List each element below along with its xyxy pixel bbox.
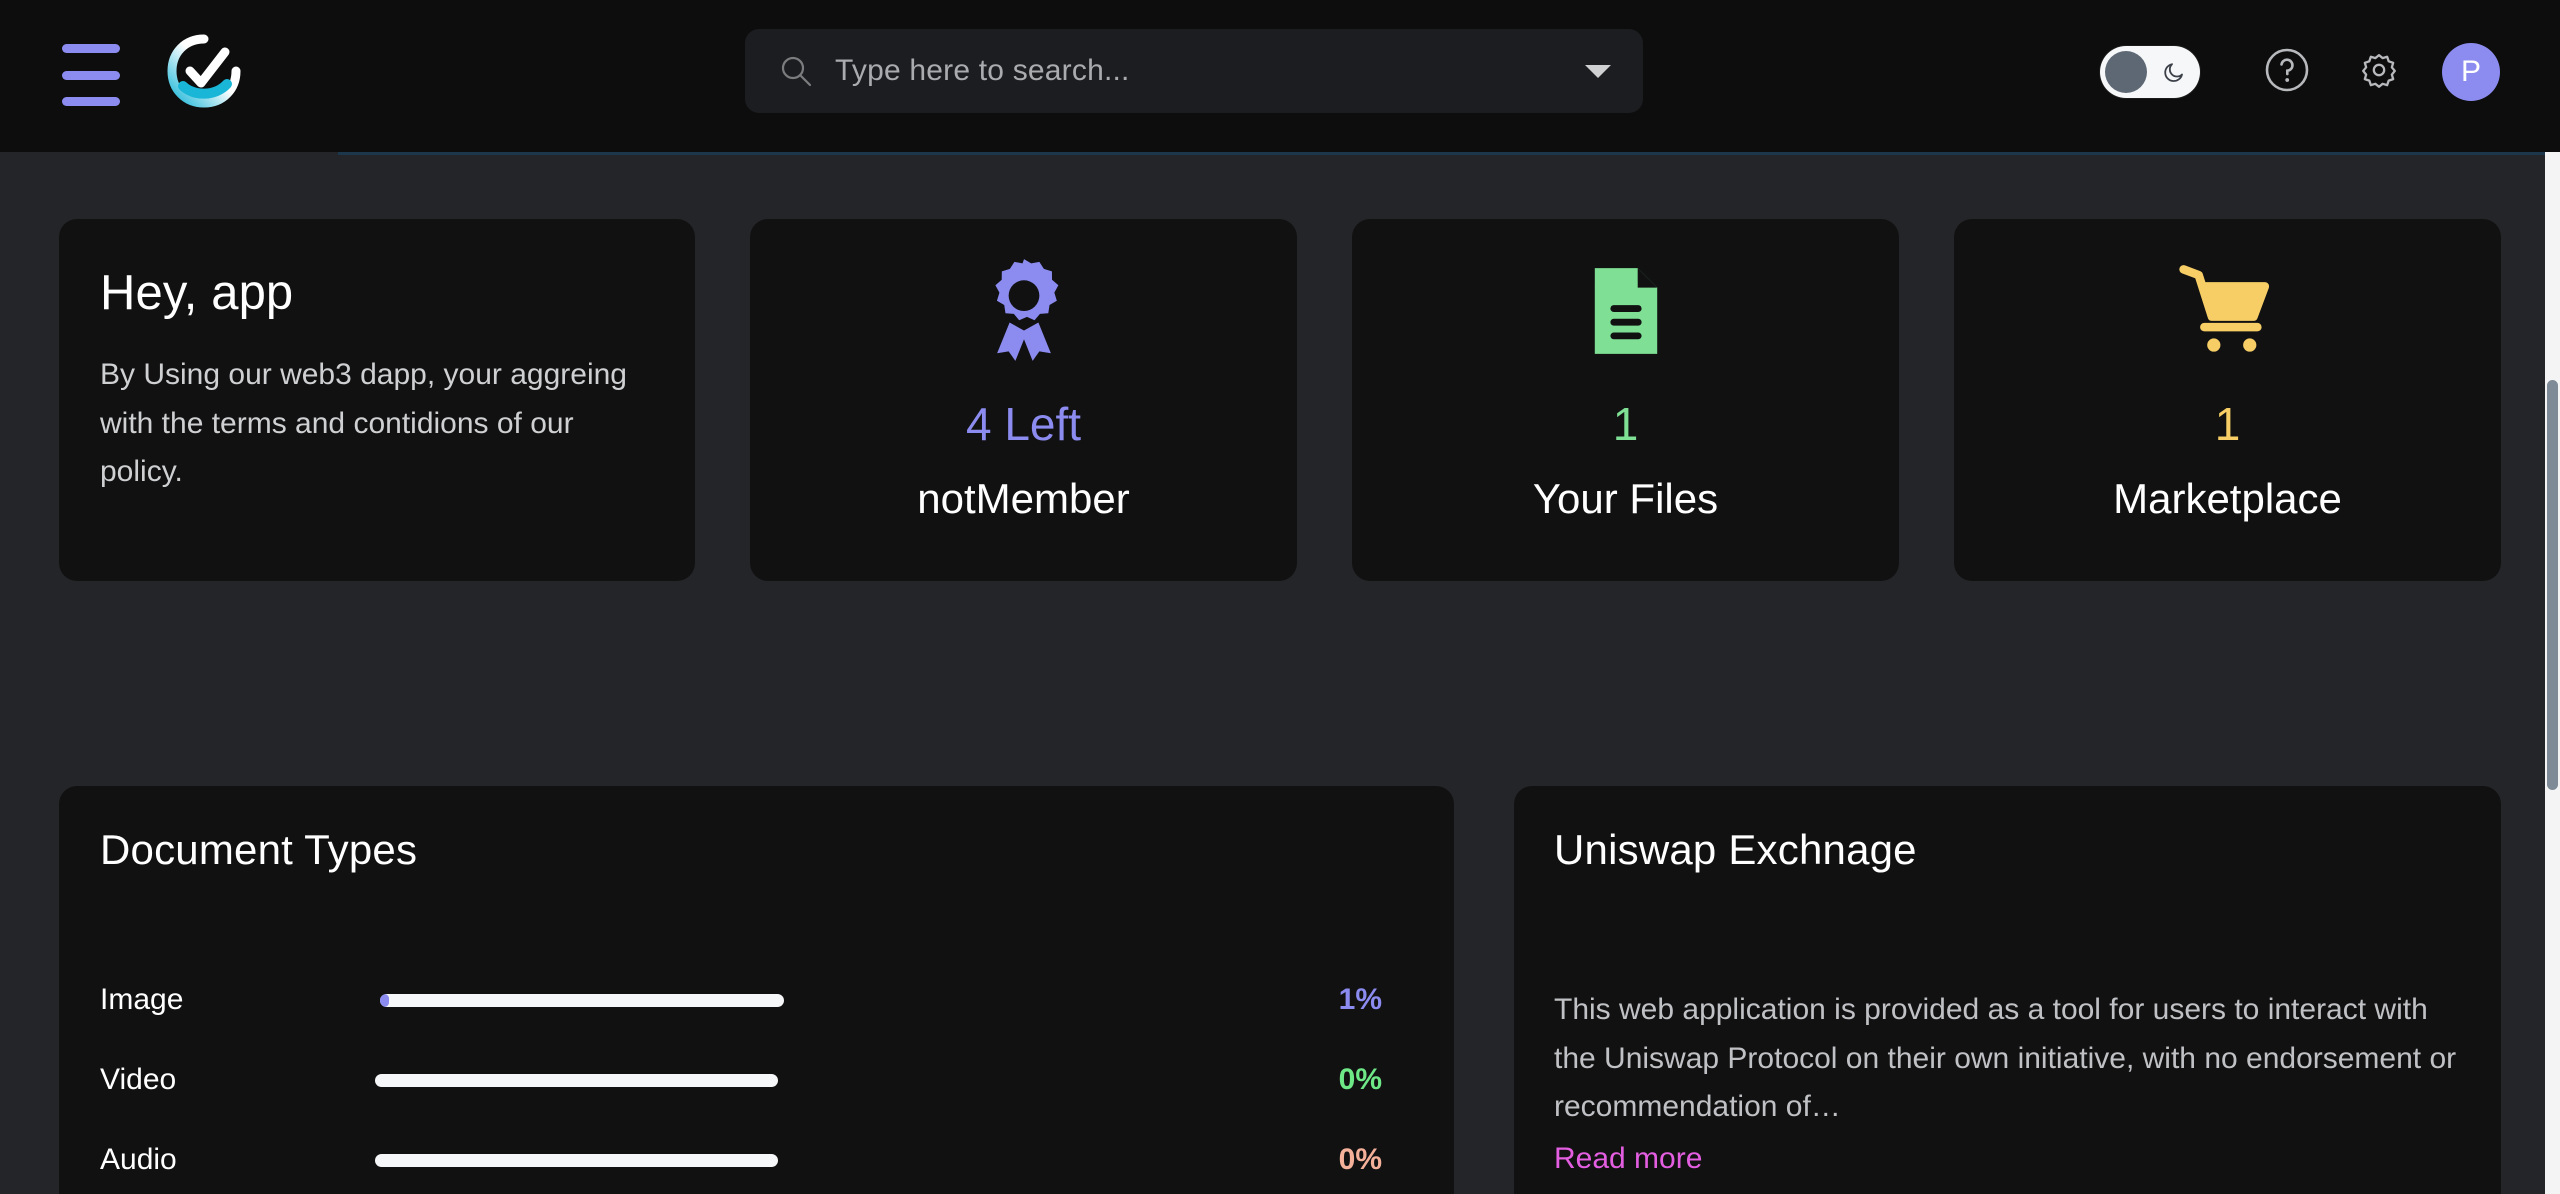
app-logo-icon[interactable] — [163, 30, 245, 112]
document-type-progress-track — [380, 993, 784, 1007]
greeting-card: Hey, app By Using our web3 dapp, your ag… — [59, 219, 695, 581]
global-search[interactable] — [745, 29, 1643, 113]
uniswap-description: This web application is provided as a to… — [1554, 993, 2457, 1124]
stat-card-marketplace[interactable]: 1 Marketplace — [1954, 219, 2501, 581]
stat-card-notmember[interactable]: 4 Left notMember — [750, 219, 1297, 581]
moon-icon — [2162, 59, 2187, 84]
toggle-knob — [2105, 51, 2147, 93]
panel-title: Uniswap Exchnage — [1554, 826, 1917, 873]
document-types-list: Image1%Video0%Audio0%PDF0% — [100, 960, 1406, 1194]
help-button[interactable] — [2258, 43, 2316, 101]
settings-button[interactable] — [2350, 43, 2408, 101]
stat-value: 1 — [2214, 398, 2241, 450]
document-type-progress-track — [375, 1073, 778, 1087]
stat-label: notMember — [917, 475, 1130, 522]
stat-card-your-files[interactable]: 1 Your Files — [1352, 219, 1899, 581]
document-type-percent: 0% — [1338, 1143, 1382, 1176]
search-input[interactable] — [835, 54, 1571, 88]
read-more-link[interactable]: Read more — [1554, 1142, 1702, 1176]
stat-value: 4 Left — [965, 398, 1082, 450]
document-type-row: Video 0% — [100, 1040, 1406, 1120]
top-header: P — [0, 0, 2560, 152]
document-type-progress-fill — [380, 993, 389, 1007]
header-actions: P — [2100, 36, 2500, 108]
document-type-progress-track — [375, 1153, 778, 1167]
hamburger-bar — [62, 97, 120, 106]
gear-icon — [2356, 47, 2402, 98]
dark-mode-toggle[interactable] — [2100, 46, 2200, 98]
document-type-percent: 0% — [1338, 1063, 1382, 1096]
document-types-panel: Document Types Image1%Video0%Audio0%PDF0… — [59, 786, 1454, 1194]
scrollbar-thumb[interactable] — [2547, 380, 2558, 790]
document-icon — [1587, 257, 1665, 365]
document-type-row: Image 1% — [100, 960, 1406, 1040]
greeting-title: Hey, app — [100, 266, 294, 320]
page-scrollbar[interactable] — [2545, 152, 2560, 1194]
content-top-divider — [338, 152, 2545, 155]
hamburger-bar — [62, 44, 120, 53]
search-dropdown-caret-icon[interactable] — [1585, 64, 1611, 78]
user-avatar[interactable]: P — [2442, 43, 2500, 101]
document-type-row: Audio 0% — [100, 1120, 1406, 1194]
search-icon — [779, 54, 813, 88]
stat-value: 1 — [1612, 398, 1639, 450]
panel-title: Document Types — [100, 826, 418, 873]
shopping-cart-icon — [2176, 257, 2280, 365]
lower-panels-row: Document Types Image1%Video0%Audio0%PDF0… — [59, 786, 2501, 1194]
summary-cards-row: Hey, app By Using our web3 dapp, your ag… — [59, 219, 2501, 581]
avatar-initial: P — [2460, 55, 2481, 88]
greeting-body: By Using our web3 dapp, your aggreing wi… — [100, 358, 627, 489]
award-ribbon-icon — [976, 257, 1072, 365]
uniswap-panel: Uniswap Exchnage This web application is… — [1514, 786, 2501, 1194]
document-type-percent: 1% — [1338, 983, 1382, 1016]
help-circle-icon — [2263, 46, 2311, 99]
stat-label: Marketplace — [2113, 475, 2342, 522]
hamburger-menu-icon[interactable] — [62, 44, 120, 106]
main-content: Hey, app By Using our web3 dapp, your ag… — [0, 152, 2545, 1194]
hamburger-bar — [62, 70, 120, 80]
stat-label: Your Files — [1532, 475, 1719, 522]
